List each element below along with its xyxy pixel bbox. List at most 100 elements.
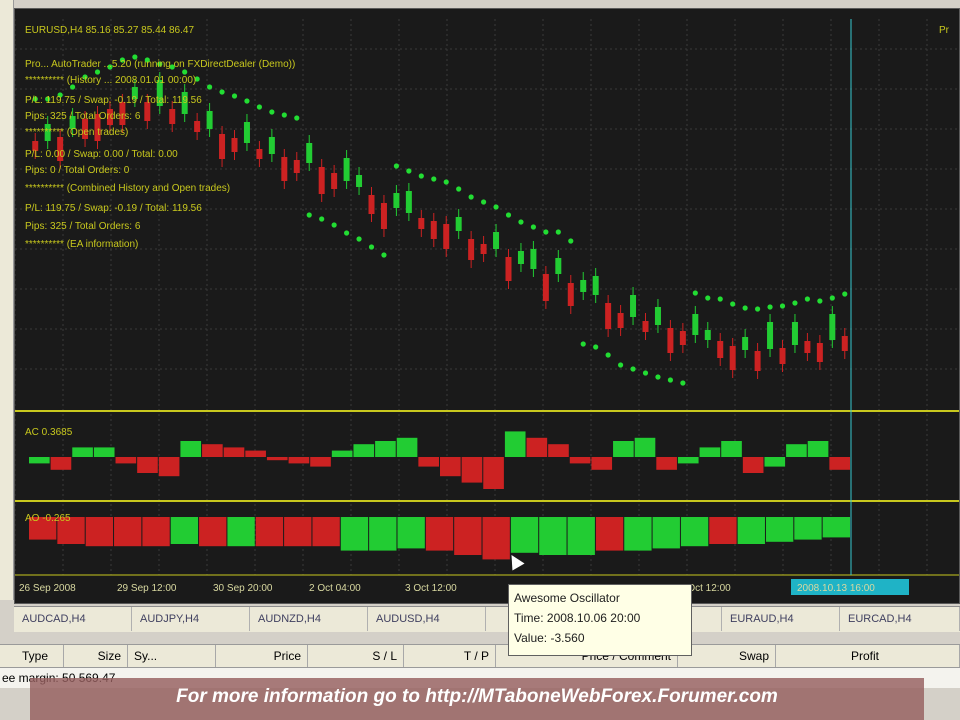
candle xyxy=(517,251,524,264)
sar-dot xyxy=(730,301,736,307)
tab-audjpy[interactable]: AUDJPY,H4 xyxy=(132,607,250,631)
candle xyxy=(630,295,637,317)
ac-bar xyxy=(829,457,850,470)
sar-dot xyxy=(393,163,400,169)
sar-dot xyxy=(356,236,362,242)
tab-audnzd[interactable]: AUDNZD,H4 xyxy=(250,607,368,631)
candle xyxy=(331,173,338,189)
time-axis: 26 Sep 2008 29 Sep 12:00 30 Sep 20:00 2 … xyxy=(19,579,909,595)
candle xyxy=(816,343,823,362)
candle xyxy=(243,122,250,143)
candle xyxy=(169,109,176,124)
candle xyxy=(779,348,786,364)
candle xyxy=(679,331,686,345)
tab-audusd[interactable]: AUDUSD,H4 xyxy=(368,607,486,631)
ao-bar xyxy=(709,517,737,544)
tab-euraud[interactable]: EURAUD,H4 xyxy=(722,607,840,631)
ao-bar xyxy=(539,517,567,555)
ac-bar xyxy=(310,457,331,467)
sar-dot xyxy=(480,199,487,205)
col-size[interactable]: Size xyxy=(64,645,128,667)
ac-bar xyxy=(548,444,569,457)
awesome-oscillator-bars xyxy=(29,517,850,560)
ea-line: P/L: 119.75 / Swap: -0.19 / Total: 119.5… xyxy=(25,203,202,214)
candle xyxy=(468,239,475,260)
ac-bar xyxy=(461,457,483,483)
sar-dot xyxy=(518,219,524,225)
promo-banner-text: For more information go to http://MTabon… xyxy=(176,686,778,707)
candle xyxy=(729,346,736,370)
col-sl[interactable]: S / L xyxy=(308,645,404,667)
col-type[interactable]: Type xyxy=(0,645,64,667)
sar-dot xyxy=(244,98,250,104)
ac-bar xyxy=(526,437,548,457)
sar-dot xyxy=(456,186,462,192)
ao-bar xyxy=(680,517,709,547)
candle xyxy=(530,249,537,269)
price-chart[interactable]: EURUSD,H4 85.16 85.27 85.44 86.47 Pr Pro… xyxy=(15,9,959,603)
col-tp[interactable]: T / P xyxy=(404,645,496,667)
ao-bar xyxy=(652,517,680,549)
col-profit[interactable]: Profit xyxy=(776,645,960,667)
sar-dot xyxy=(742,305,748,311)
sar-dot xyxy=(667,377,674,383)
sar-dot xyxy=(306,212,312,218)
ac-bar xyxy=(245,450,266,457)
ao-bar xyxy=(255,517,284,547)
sar-dot xyxy=(829,295,835,301)
ao-bar xyxy=(85,517,114,547)
candle xyxy=(567,283,574,306)
sar-dot xyxy=(543,229,549,235)
candle xyxy=(356,175,363,187)
col-symbol[interactable]: Sy... xyxy=(128,645,216,667)
ac-bar xyxy=(613,441,634,457)
candle xyxy=(605,303,612,329)
sar-dot xyxy=(219,89,225,95)
candle xyxy=(742,337,749,350)
terminal-column-headers: Type Size Sy... Price S / L T / P Price … xyxy=(0,644,960,668)
time-highlight-label: 2008.10.13 16:00 xyxy=(797,583,875,594)
candle xyxy=(405,191,412,213)
time-tick: 26 Sep 2008 xyxy=(19,583,76,594)
sar-dot xyxy=(418,173,424,179)
sar-dot xyxy=(705,295,711,301)
sar-dot xyxy=(294,115,300,121)
candle xyxy=(804,341,811,353)
symbol-line: EURUSD,H4 85.16 85.27 85.44 86.47 xyxy=(25,25,194,36)
indicator-tooltip: Awesome Oscillator Time: 2008.10.06 20:0… xyxy=(508,584,692,656)
col-swap[interactable]: Swap xyxy=(678,645,776,667)
candle xyxy=(455,217,462,231)
ao-bar xyxy=(794,517,822,540)
sar-dot xyxy=(231,93,238,99)
ao-bar xyxy=(595,517,624,551)
ao-bar xyxy=(199,517,227,547)
sar-dot xyxy=(680,380,686,386)
tab-eurcad[interactable]: EURCAD,H4 xyxy=(840,607,960,631)
sar-dot xyxy=(368,244,375,250)
sar-dot xyxy=(331,222,337,228)
sar-dot xyxy=(630,366,636,372)
candle xyxy=(642,321,649,332)
col-price[interactable]: Price xyxy=(216,645,308,667)
ao-bar xyxy=(510,517,539,553)
candle xyxy=(493,232,500,249)
sar-dot xyxy=(754,306,761,312)
sar-dot xyxy=(406,168,412,174)
sar-dot xyxy=(617,362,624,368)
candle xyxy=(306,143,313,163)
tooltip-value: Value: -3.560 xyxy=(514,631,585,645)
sar-dot xyxy=(568,238,574,244)
candle xyxy=(505,257,512,281)
chart-window[interactable]: EURUSD,H4 85.16 85.27 85.44 86.47 Pr Pro… xyxy=(14,8,960,604)
ao-bar xyxy=(737,517,765,544)
ac-bar xyxy=(223,447,245,457)
tab-audcad[interactable]: AUDCAD,H4 xyxy=(14,607,132,631)
ac-bar xyxy=(440,457,461,477)
ea-line: P/L: 0.00 / Swap: 0.00 / Total: 0.00 xyxy=(25,149,178,160)
ao-bar xyxy=(369,517,397,551)
ea-line: ********** (Open trades) xyxy=(25,127,128,138)
sar-dot xyxy=(767,304,773,310)
ac-bar xyxy=(93,447,115,457)
ao-indicator-label: AO -0.265 xyxy=(25,513,71,524)
candle xyxy=(692,314,699,335)
